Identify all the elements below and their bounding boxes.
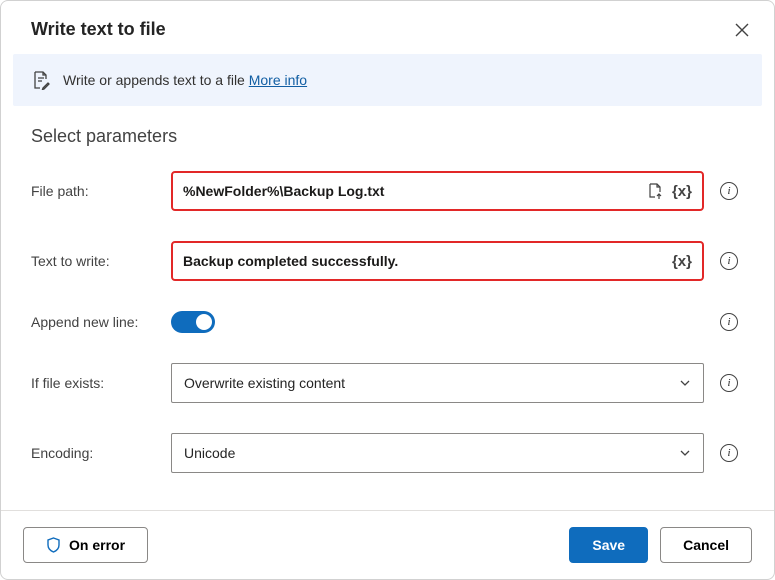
document-edit-icon [31, 70, 51, 90]
row-file-path: File path: %NewFolder%\Backup Log.txt {x… [31, 171, 744, 211]
section-title: Select parameters [31, 126, 744, 147]
if-file-exists-select[interactable]: Overwrite existing content [171, 363, 704, 403]
label-file-path: File path: [31, 183, 161, 199]
text-to-write-value: Backup completed successfully. [183, 253, 664, 269]
more-info-link[interactable]: More info [249, 72, 307, 88]
if-file-exists-value: Overwrite existing content [184, 375, 345, 391]
on-error-button[interactable]: On error [23, 527, 148, 563]
row-if-file-exists: If file exists: Overwrite existing conte… [31, 363, 744, 403]
select-file-icon[interactable] [646, 182, 664, 200]
variable-picker-icon[interactable]: {x} [672, 183, 692, 200]
append-new-line-toggle[interactable] [171, 311, 215, 333]
encoding-select[interactable]: Unicode [171, 433, 704, 473]
dialog-header: Write text to file [1, 1, 774, 54]
file-path-input[interactable]: %NewFolder%\Backup Log.txt {x} [171, 171, 704, 211]
info-icon[interactable]: i [720, 182, 738, 200]
close-button[interactable] [734, 22, 750, 38]
close-icon [735, 23, 749, 37]
label-text-to-write: Text to write: [31, 253, 161, 269]
info-icon[interactable]: i [720, 374, 738, 392]
shield-icon [46, 537, 61, 553]
info-icon[interactable]: i [720, 313, 738, 331]
on-error-label: On error [69, 537, 125, 553]
file-path-value: %NewFolder%\Backup Log.txt [183, 183, 638, 199]
dialog-title: Write text to file [31, 19, 166, 40]
banner-text: Write or appends text to a file More inf… [63, 72, 307, 88]
dialog-footer: On error Save Cancel [1, 510, 774, 579]
dialog-content: Select parameters File path: %NewFolder%… [1, 116, 774, 510]
info-icon[interactable]: i [720, 444, 738, 462]
info-icon[interactable]: i [720, 252, 738, 270]
chevron-down-icon [679, 377, 691, 389]
encoding-value: Unicode [184, 445, 235, 461]
label-append-new-line: Append new line: [31, 314, 161, 330]
save-button[interactable]: Save [569, 527, 648, 563]
cancel-button[interactable]: Cancel [660, 527, 752, 563]
banner-description: Write or appends text to a file [63, 72, 249, 88]
label-encoding: Encoding: [31, 445, 161, 461]
label-if-file-exists: If file exists: [31, 375, 161, 391]
variable-picker-icon[interactable]: {x} [672, 253, 692, 270]
row-append-new-line: Append new line: i [31, 311, 744, 333]
chevron-down-icon [679, 447, 691, 459]
row-encoding: Encoding: Unicode i [31, 433, 744, 473]
footer-button-group: Save Cancel [569, 527, 752, 563]
info-banner: Write or appends text to a file More inf… [13, 54, 762, 106]
text-to-write-input[interactable]: Backup completed successfully. {x} [171, 241, 704, 281]
row-text-to-write: Text to write: Backup completed successf… [31, 241, 744, 281]
